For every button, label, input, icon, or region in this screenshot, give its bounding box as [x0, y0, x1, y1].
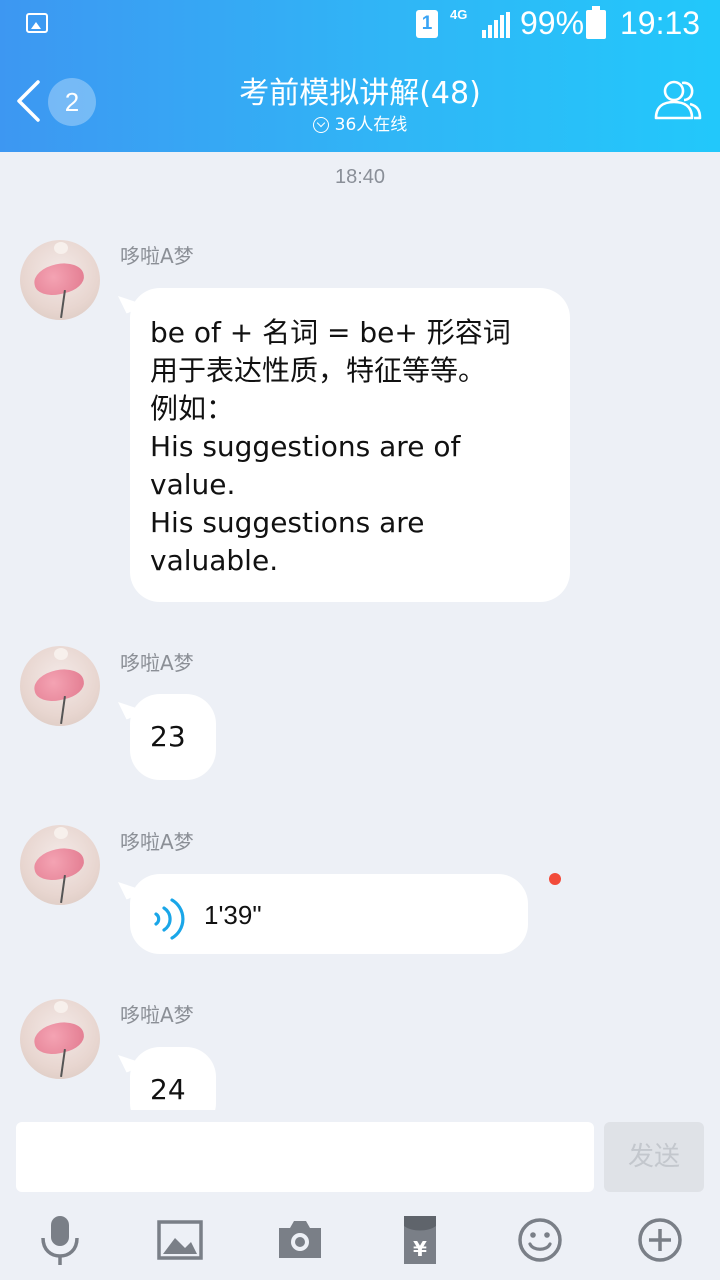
sender-name: 哆啦A梦: [120, 830, 194, 854]
chevron-down-icon: [312, 117, 329, 133]
group-members-icon: [654, 80, 702, 120]
red-packet-icon: ¥: [404, 1216, 436, 1264]
battery-percent: 99%: [520, 5, 585, 41]
message-text: 24: [150, 1073, 186, 1106]
chat-title[interactable]: 考前模拟讲解(48): [0, 68, 720, 112]
sender-avatar[interactable]: [20, 825, 100, 905]
voice-message-bubble[interactable]: 1'39": [130, 874, 528, 954]
plus-icon: [638, 1218, 682, 1262]
voice-play-icon: [154, 898, 185, 940]
clock: 19:13: [620, 5, 701, 41]
sender-name: 哆啦A梦: [120, 651, 194, 675]
message-input[interactable]: [16, 1122, 594, 1192]
signal-icon: [482, 12, 512, 38]
online-count: 36人在线: [334, 115, 408, 135]
online-status[interactable]: 36人在线: [0, 110, 720, 135]
status-bar: 1 4G 99% 19:13: [0, 0, 720, 50]
red-packet-button[interactable]: ¥: [395, 1212, 445, 1268]
emoji-button[interactable]: [515, 1212, 565, 1268]
message-bubble[interactable]: be of + 名词 = be+ 形容词 用于表达性质，特征等等。 例如： Hi…: [130, 288, 570, 602]
svg-text:¥: ¥: [413, 1237, 427, 1261]
camera-button[interactable]: [275, 1212, 325, 1268]
gallery-notification-icon: [26, 13, 48, 33]
emoji-icon: [518, 1218, 562, 1262]
message-bubble[interactable]: 23: [130, 694, 216, 780]
more-button[interactable]: [635, 1212, 685, 1268]
unread-dot: [549, 873, 561, 885]
battery-icon: [586, 6, 606, 39]
image-button[interactable]: [155, 1212, 205, 1268]
message-timestamp: 18:40: [334, 166, 386, 188]
network-type: 4G: [450, 7, 468, 22]
camera-icon: [279, 1221, 321, 1258]
send-button[interactable]: 发送: [604, 1122, 704, 1192]
message-text: be of + 名词 = be+ 形容词 用于表达性质，特征等等。 例如： Hi…: [150, 316, 511, 577]
microphone-icon: [41, 1216, 79, 1265]
sender-avatar[interactable]: [20, 646, 100, 726]
header-bar: 1 4G 99% 19:13 2 考前模拟讲解(48) 36人在线: [0, 0, 720, 152]
sender-avatar[interactable]: [20, 240, 100, 320]
group-members-button[interactable]: [652, 76, 704, 124]
voice-duration: 1'39": [204, 900, 262, 930]
sender-name: 哆啦A梦: [120, 1003, 194, 1027]
message-text: 23: [150, 720, 186, 753]
sim-indicator: 1: [416, 10, 438, 38]
image-icon: [157, 1220, 203, 1260]
sender-avatar[interactable]: [20, 999, 100, 1079]
composer-bar: 发送: [0, 1110, 720, 1280]
sender-name: 哆啦A梦: [120, 244, 194, 268]
voice-input-button[interactable]: [35, 1212, 85, 1268]
